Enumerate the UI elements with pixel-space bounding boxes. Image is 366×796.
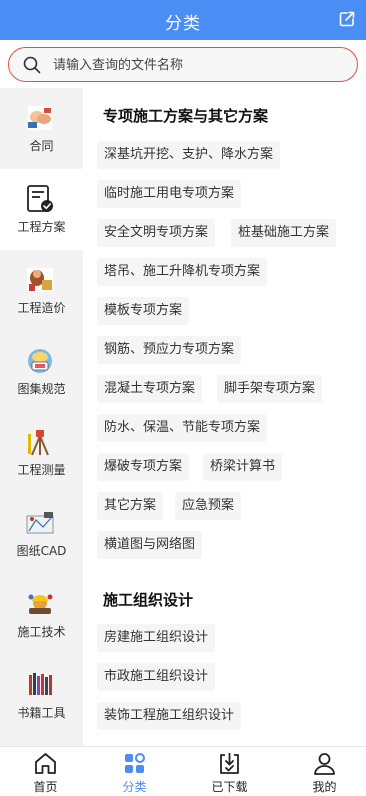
- tab-label: 分类: [122, 780, 147, 794]
- sidebar-item-label: 合同: [29, 139, 54, 153]
- tab-home[interactable]: 首页: [0, 747, 91, 796]
- category-chip[interactable]: 桥梁计算书: [203, 453, 283, 481]
- sidebar-item-engineering-plan[interactable]: 工程方案: [0, 169, 83, 250]
- sidebar-item-label: 书籍工具: [17, 706, 66, 720]
- sidebar-item-construction-tech[interactable]: 施工技术: [0, 574, 83, 655]
- sidebar-item-atlas[interactable]: 图集规范: [0, 331, 83, 412]
- category-chip[interactable]: 钢筋、预应力专项方案: [97, 336, 242, 364]
- sidebar-item-books-tools[interactable]: 书籍工具: [0, 655, 83, 736]
- category-chip[interactable]: 房建施工组织设计: [97, 624, 216, 652]
- sidebar-item-label: 工程方案: [17, 220, 66, 234]
- category-content: 专项施工方案与其它方案 深基坑开挖、支护、降水方案 临时施工用电专项方案 安全文…: [83, 88, 366, 746]
- tab-label: 我的: [312, 780, 337, 794]
- search-box[interactable]: [8, 47, 358, 82]
- sidebar-item-label: 图纸CAD: [16, 544, 67, 558]
- sidebar-item-label: 工程测量: [17, 463, 66, 477]
- category-chip[interactable]: 模板专项方案: [97, 297, 190, 325]
- share-icon[interactable]: [338, 10, 356, 28]
- top-bar: 分类: [0, 0, 366, 40]
- tab-label: 已下载: [211, 780, 248, 794]
- sidebar-item-contract[interactable]: 合同: [0, 88, 83, 169]
- sidebar-item-label: 图集规范: [17, 382, 66, 396]
- category-chip[interactable]: 防水、保温、节能专项方案: [97, 414, 268, 442]
- cost-icon: [27, 268, 53, 292]
- home-icon: [35, 753, 56, 774]
- category-chip[interactable]: 市政施工组织设计: [97, 663, 216, 691]
- tab-downloaded[interactable]: 已下载: [184, 747, 275, 796]
- contract-icon: [28, 106, 52, 130]
- surveying-icon: [28, 430, 49, 456]
- category-chip[interactable]: 其它方案: [97, 492, 164, 520]
- tab-profile[interactable]: 我的: [279, 747, 366, 796]
- tab-label: 首页: [33, 780, 58, 794]
- category-chip[interactable]: 爆破专项方案: [97, 453, 190, 481]
- category-chip[interactable]: 混凝土专项方案: [97, 375, 203, 403]
- search-input[interactable]: [53, 54, 343, 76]
- downloaded-icon: [220, 753, 239, 774]
- sidebar-item-label: 工程造价: [17, 301, 66, 315]
- category-chip[interactable]: 装饰工程施工组织设计: [97, 702, 242, 730]
- search-icon: [23, 56, 41, 74]
- category-chip[interactable]: 横道图与网络图: [97, 531, 203, 559]
- category-chip[interactable]: 安全文明专项方案: [97, 219, 216, 247]
- category-icon: [125, 753, 145, 773]
- category-chip[interactable]: 应急预案: [175, 492, 242, 520]
- section-title: 施工组织设计: [103, 591, 194, 609]
- bottom-tab-bar: 首页 分类 已下载 我的: [0, 746, 366, 796]
- category-chip[interactable]: 脚手架专项方案: [217, 375, 323, 403]
- sidebar-item-surveying[interactable]: 工程测量: [0, 412, 83, 493]
- sidebar-item-cad[interactable]: 图纸CAD: [0, 493, 83, 574]
- category-sidebar: 合同 工程方案 工程造价 图集规范 工程测量 图纸CAD 施工技术 书籍工具: [0, 88, 83, 746]
- cad-drawing-icon: [26, 512, 54, 534]
- category-chip[interactable]: 塔吊、施工升降机专项方案: [97, 258, 268, 286]
- profile-icon: [314, 753, 335, 775]
- page-title: 分类: [165, 14, 201, 34]
- sidebar-item-cost[interactable]: 工程造价: [0, 250, 83, 331]
- tab-category[interactable]: 分类: [89, 747, 180, 796]
- category-chip[interactable]: 深基坑开挖、支护、降水方案: [97, 141, 281, 169]
- section-title: 专项施工方案与其它方案: [103, 107, 269, 125]
- search-bar: [0, 40, 366, 88]
- books-tools-icon: [29, 673, 52, 695]
- atlas-icon: [28, 349, 52, 373]
- category-chip[interactable]: 临时施工用电专项方案: [97, 180, 242, 208]
- category-chip[interactable]: 桩基础施工方案: [231, 219, 337, 247]
- document-check-icon: [27, 185, 53, 212]
- construction-tech-icon: [28, 594, 53, 614]
- sidebar-item-label: 施工技术: [17, 625, 66, 639]
